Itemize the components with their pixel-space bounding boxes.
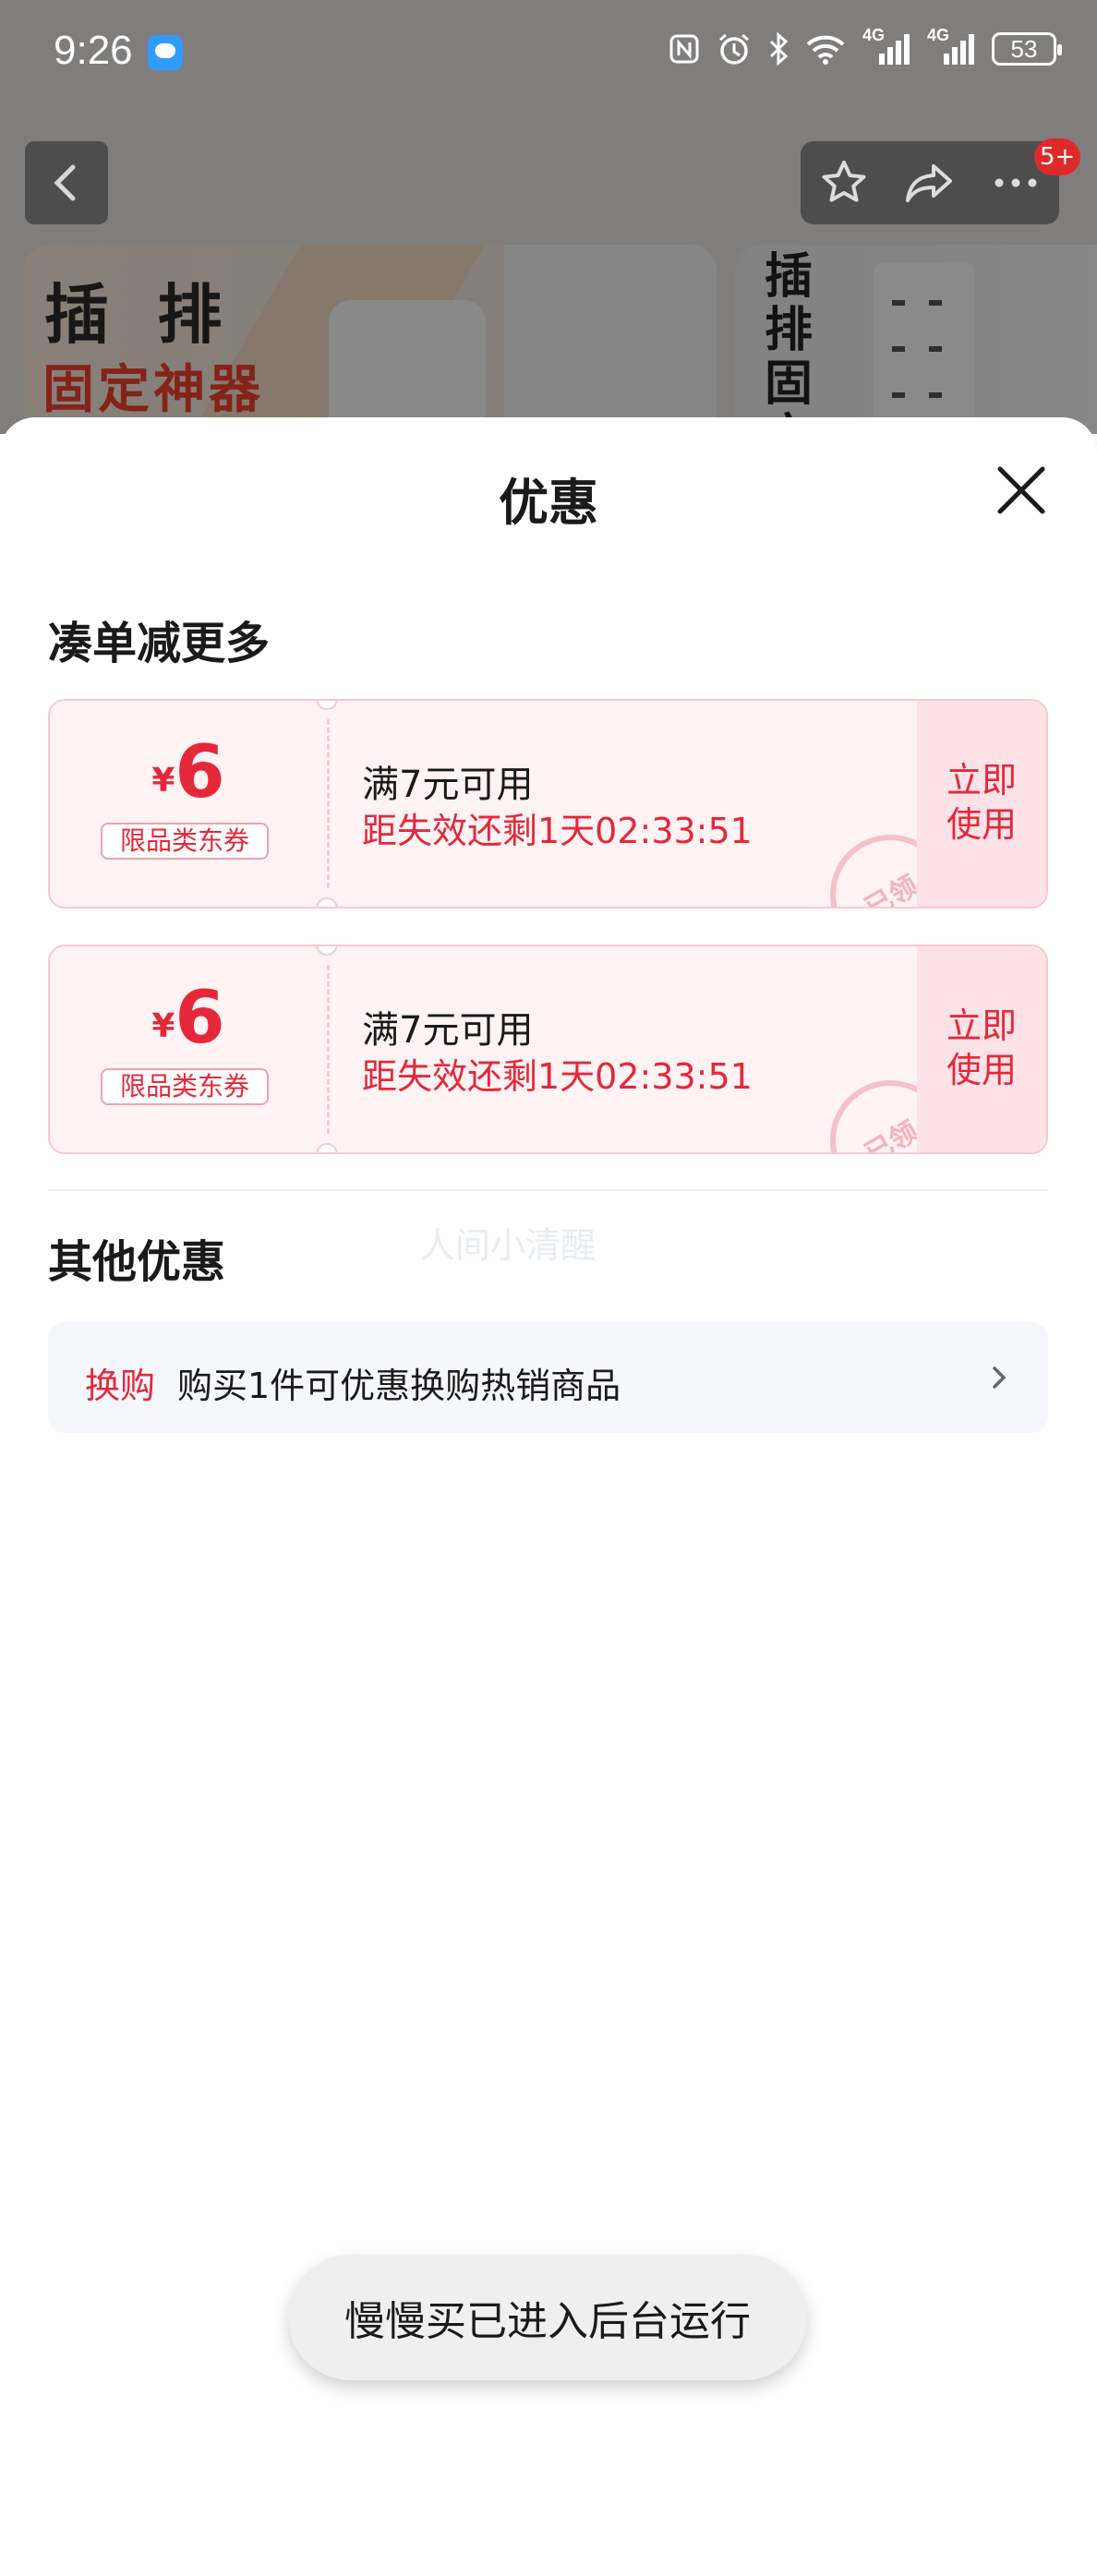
message-notification-icon xyxy=(148,35,183,70)
status-bar: 9:26 4G 4G 53 xyxy=(0,0,1097,106)
use-now-label: 立即使用 xyxy=(946,760,1017,845)
coupon-condition: 满7元可用 xyxy=(362,764,534,806)
coupon-currency: ¥ xyxy=(151,1007,175,1045)
coupon-expire-countdown: 距失效还剩1天02:33:51 xyxy=(362,811,753,851)
nfc-icon xyxy=(669,34,699,64)
star-icon[interactable] xyxy=(816,155,872,211)
use-now-button[interactable]: 立即使用 xyxy=(917,946,1046,1152)
coupon-card: ¥6 限品类东券 满7元可用 距失效还剩1天02:33:51 已领 立即使用 xyxy=(48,945,1048,1154)
top-action-bar xyxy=(801,141,1059,224)
coupon-amount: 6 xyxy=(175,731,225,814)
coupon-condition: 满7元可用 xyxy=(362,1009,534,1052)
chevron-left-icon xyxy=(54,164,76,201)
signal-4g-icon-2: 4G xyxy=(927,26,975,66)
chevron-right-icon xyxy=(993,1366,1007,1389)
coupon-type-tag: 限品类东券 xyxy=(101,1068,269,1105)
coupon-card: ¥6 限品类东券 满7元可用 距失效还剩1天02:33:51 已领 立即使用 xyxy=(48,699,1048,909)
back-button[interactable] xyxy=(25,141,108,224)
use-now-label: 立即使用 xyxy=(946,1005,1017,1090)
discount-sheet: 优惠 凑单减更多 ¥6 限品类东券 满7元可用 距失效还剩1天02:33:51 … xyxy=(0,417,1097,2576)
section-divider xyxy=(48,1189,1048,1191)
trade-in-offer-row[interactable]: 换购 购买1件可优惠换购热销商品 xyxy=(48,1322,1048,1433)
status-time: 9:26 xyxy=(54,28,133,73)
trade-in-label: 换购 xyxy=(85,1366,156,1406)
alarm-icon xyxy=(719,33,749,65)
close-icon[interactable] xyxy=(993,462,1050,519)
coupon-amount: 6 xyxy=(175,977,225,1060)
battery-indicator: 53 xyxy=(992,32,1062,66)
section-title-bundle: 凑单减更多 xyxy=(48,618,271,669)
toast-message: 慢慢买已进入后台运行 xyxy=(288,2255,807,2380)
coupon-expire-countdown: 距失效还剩1天02:33:51 xyxy=(362,1056,753,1097)
message-count-badge: 5+ xyxy=(1034,138,1081,175)
trade-in-description: 购买1件可优惠换购热销商品 xyxy=(177,1366,621,1406)
coupon-currency: ¥ xyxy=(151,762,175,800)
section-title-other: 其他优惠 xyxy=(48,1236,226,1288)
watermark-text: 人间小清醒 xyxy=(420,1225,597,1266)
coupon-type-tag: 限品类东券 xyxy=(101,823,269,860)
sheet-title: 优惠 xyxy=(499,474,598,532)
share-icon[interactable] xyxy=(902,155,958,211)
bluetooth-icon xyxy=(769,32,789,66)
use-now-button[interactable]: 立即使用 xyxy=(917,701,1046,907)
signal-4g-icon-1: 4G xyxy=(862,26,910,66)
wifi-icon xyxy=(806,35,845,65)
